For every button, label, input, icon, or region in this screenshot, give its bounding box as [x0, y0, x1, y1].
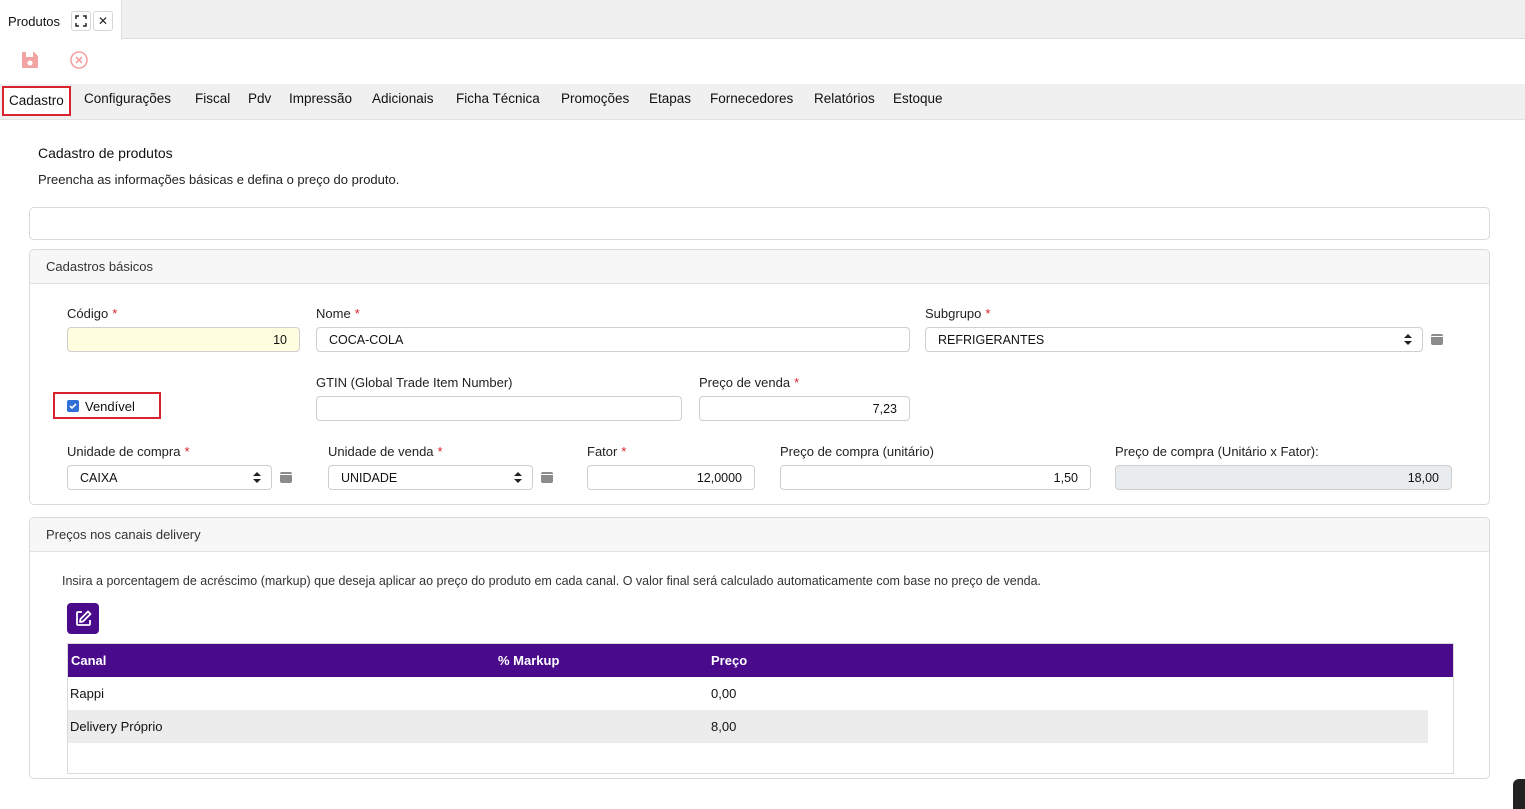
unidade-compra-label: Unidade de compra *	[67, 444, 190, 459]
fator-field[interactable]: 12,0000	[587, 465, 755, 490]
nome-label: Nome *	[316, 306, 360, 321]
codigo-label: Código *	[67, 306, 118, 321]
unidade-venda-select[interactable]: UNIDADE	[328, 465, 533, 490]
delivery-table: Canal % Markup Preço Rappi 0,00 Delivery…	[67, 643, 1454, 774]
select-arrows-icon	[1404, 334, 1412, 345]
unidade-compra-select[interactable]: CAIXA	[67, 465, 272, 490]
fator-label: Fator *	[587, 444, 627, 459]
preco-compra-total-label: Preço de compra (Unitário x Fator):	[1115, 444, 1319, 459]
basic-panel-title: Cadastros básicos	[30, 250, 1489, 284]
expand-icon[interactable]	[71, 11, 91, 31]
preco-compra-label: Preço de compra (unitário)	[780, 444, 934, 459]
preco-venda-field[interactable]: 7,23	[699, 396, 910, 421]
tab-impressao[interactable]: Impressão	[289, 91, 352, 106]
window-tab-strip: Produtos ✕	[0, 0, 1525, 40]
subgrupo-select[interactable]: REFRIGERANTES	[925, 327, 1423, 352]
unidade-venda-manage-icon[interactable]	[541, 472, 553, 483]
cell-preco: 0,00	[711, 686, 737, 701]
delivery-panel-title: Preços nos canais delivery	[30, 518, 1489, 552]
delivery-hint: Insira a porcentagem de acréscimo (marku…	[62, 574, 1042, 588]
tab-cadastro[interactable]: Cadastro	[2, 86, 71, 116]
tab-configuracoes[interactable]: Configurações	[84, 91, 171, 106]
table-row[interactable]: Delivery Próprio 8,00	[68, 710, 1428, 743]
gtin-label: GTIN (Global Trade Item Number)	[316, 375, 513, 390]
tab-promocoes[interactable]: Promoções	[561, 91, 629, 106]
sub-tabs: Cadastro Configurações Fiscal Pdv Impres…	[0, 84, 1525, 120]
tab-fornecedores[interactable]: Fornecedores	[710, 91, 793, 106]
subgrupo-value: REFRIGERANTES	[938, 333, 1045, 347]
tab-ficha-tecnica[interactable]: Ficha Técnica	[456, 91, 540, 106]
column-canal: Canal	[71, 653, 107, 668]
page-subtitle: Preencha as informações básicas e defina…	[38, 172, 400, 187]
column-markup: % Markup	[498, 653, 560, 668]
cell-preco: 8,00	[711, 719, 737, 734]
table-header: Canal % Markup Preço	[68, 644, 1453, 677]
cancel-icon[interactable]	[69, 50, 91, 72]
tab-relatorios[interactable]: Relatórios	[814, 91, 875, 106]
cell-canal: Delivery Próprio	[70, 719, 163, 734]
subgrupo-label: Subgrupo *	[925, 306, 991, 321]
edit-markup-button[interactable]	[67, 603, 99, 634]
window-tab-produtos[interactable]: Produtos ✕	[0, 0, 122, 40]
vendivel-checkbox-wrapper[interactable]: Vendível	[53, 392, 161, 419]
tab-etapas[interactable]: Etapas	[649, 91, 691, 106]
unidade-venda-label: Unidade de venda *	[328, 444, 443, 459]
window-tab-title: Produtos	[8, 14, 61, 29]
select-arrows-icon	[514, 472, 522, 483]
select-arrows-icon	[253, 472, 261, 483]
cell-canal: Rappi	[70, 686, 104, 701]
scroll-corner	[1513, 779, 1525, 809]
vendivel-checkbox[interactable]	[67, 400, 79, 412]
column-preco: Preço	[711, 653, 748, 668]
unidade-compra-value: CAIXA	[80, 471, 118, 485]
table-row[interactable]: Rappi 0,00	[68, 677, 1428, 710]
nome-field[interactable]: COCA-COLA	[316, 327, 910, 352]
unidade-compra-manage-icon[interactable]	[280, 472, 292, 483]
vendivel-label: Vendível	[85, 399, 135, 414]
tab-estoque[interactable]: Estoque	[893, 91, 943, 106]
tab-pdv[interactable]: Pdv	[248, 91, 271, 106]
page-title: Cadastro de produtos	[38, 145, 173, 161]
subgrupo-manage-icon[interactable]	[1431, 334, 1443, 345]
gtin-field[interactable]	[316, 396, 682, 421]
preco-compra-field[interactable]: 1,50	[780, 465, 1091, 490]
preco-venda-label: Preço de venda *	[699, 375, 800, 390]
tab-fiscal[interactable]: Fiscal	[195, 91, 230, 106]
unidade-venda-value: UNIDADE	[341, 471, 398, 485]
edit-icon	[76, 610, 92, 626]
tab-adicionais[interactable]: Adicionais	[372, 91, 434, 106]
close-icon[interactable]: ✕	[93, 11, 113, 31]
preco-compra-total-field: 18,00	[1115, 465, 1452, 490]
toolbar	[0, 40, 1525, 84]
empty-panel	[29, 207, 1490, 240]
save-icon[interactable]	[20, 50, 42, 72]
codigo-field[interactable]: 10	[67, 327, 300, 352]
